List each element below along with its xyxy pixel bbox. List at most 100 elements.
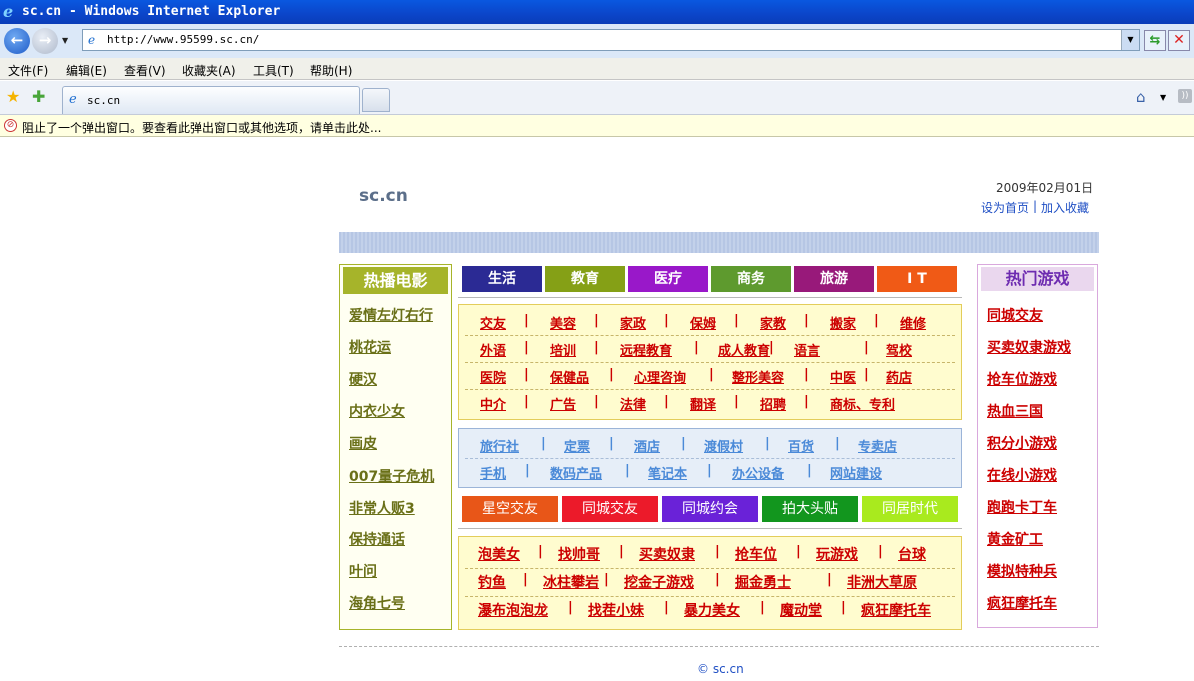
game-shortcut-link[interactable]: 魔动堂 bbox=[780, 600, 822, 620]
dating-chip[interactable]: 拍大头贴 bbox=[762, 496, 858, 522]
category-tab[interactable]: 教育 bbox=[545, 266, 625, 292]
forward-button[interactable]: → bbox=[32, 28, 58, 54]
service-link[interactable]: 法律 bbox=[620, 394, 646, 413]
travel-link[interactable]: 旅行社 bbox=[480, 436, 519, 455]
menu-item[interactable]: 编辑(E) bbox=[66, 62, 107, 79]
service-link[interactable]: 美容 bbox=[550, 313, 576, 332]
game-link[interactable]: 积分小游戏 bbox=[987, 433, 1057, 453]
refresh-button[interactable]: ⇆ bbox=[1144, 30, 1166, 51]
category-tab[interactable]: 旅游 bbox=[794, 266, 874, 292]
travel-link[interactable]: 专卖店 bbox=[858, 436, 897, 455]
menu-item[interactable]: 工具(T) bbox=[253, 62, 294, 79]
movie-link[interactable]: 桃花运 bbox=[349, 337, 391, 357]
category-tab[interactable]: 医疗 bbox=[628, 266, 708, 292]
game-shortcut-link[interactable]: 冰柱攀岩 bbox=[543, 572, 599, 592]
game-shortcut-link[interactable]: 钓鱼 bbox=[478, 572, 506, 592]
game-link[interactable]: 买卖奴隶游戏 bbox=[987, 337, 1071, 357]
game-shortcut-link[interactable]: 找帅哥 bbox=[558, 544, 600, 564]
home-dropdown-icon[interactable]: ▼ bbox=[1160, 93, 1166, 102]
travel-link[interactable]: 网站建设 bbox=[830, 463, 882, 482]
game-link[interactable]: 疯狂摩托车 bbox=[987, 593, 1057, 613]
menu-item[interactable]: 文件(F) bbox=[8, 62, 48, 79]
game-shortcut-link[interactable]: 非洲大草原 bbox=[847, 572, 917, 592]
movie-link[interactable]: 非常人贩3 bbox=[349, 498, 415, 518]
game-shortcut-link[interactable]: 找茬小妹 bbox=[588, 600, 644, 620]
service-link[interactable]: 药店 bbox=[886, 367, 912, 386]
service-link[interactable]: 家教 bbox=[760, 313, 786, 332]
category-tab[interactable]: 商务 bbox=[711, 266, 791, 292]
travel-link[interactable]: 百货 bbox=[788, 436, 814, 455]
service-link[interactable]: 外语 bbox=[480, 340, 506, 359]
category-tab[interactable]: I T bbox=[877, 266, 957, 292]
game-shortcut-link[interactable]: 抢车位 bbox=[735, 544, 777, 564]
service-link[interactable]: 语言 bbox=[794, 340, 820, 359]
movie-link[interactable]: 海角七号 bbox=[349, 593, 405, 613]
movie-link[interactable]: 画皮 bbox=[349, 433, 377, 453]
game-shortcut-link[interactable]: 买卖奴隶 bbox=[639, 544, 695, 564]
service-link[interactable]: 中介 bbox=[480, 394, 506, 413]
service-link[interactable]: 搬家 bbox=[830, 313, 856, 332]
service-link[interactable]: 招聘 bbox=[760, 394, 786, 413]
favorites-star-icon[interactable]: ★ bbox=[6, 87, 20, 106]
game-shortcut-link[interactable]: 掘金勇士 bbox=[735, 572, 791, 592]
new-tab-button[interactable] bbox=[362, 88, 390, 112]
game-link[interactable]: 同城交友 bbox=[987, 305, 1043, 325]
service-link[interactable]: 培训 bbox=[550, 340, 576, 359]
movie-link[interactable]: 硬汉 bbox=[349, 369, 377, 389]
game-shortcut-link[interactable]: 挖金子游戏 bbox=[624, 572, 694, 592]
game-link[interactable]: 在线小游戏 bbox=[987, 465, 1057, 485]
browser-tab[interactable]: e sc.cn bbox=[62, 86, 360, 114]
game-shortcut-link[interactable]: 玩游戏 bbox=[816, 544, 858, 564]
game-shortcut-link[interactable]: 疯狂摩托车 bbox=[861, 600, 931, 620]
travel-link[interactable]: 笔记本 bbox=[648, 463, 687, 482]
dating-chip[interactable]: 同居时代 bbox=[862, 496, 958, 522]
service-link[interactable]: 远程教育 bbox=[620, 340, 672, 359]
game-shortcut-link[interactable]: 台球 bbox=[898, 544, 926, 564]
category-tab[interactable]: 生活 bbox=[462, 266, 542, 292]
service-link[interactable]: 中医 bbox=[830, 367, 856, 386]
game-shortcut-link[interactable]: 泡美女 bbox=[478, 544, 520, 564]
address-bar[interactable]: e http://www.95599.sc.cn/ ▼ bbox=[82, 29, 1140, 51]
popup-blocked-infobar[interactable]: ⊘ 阻止了一个弹出窗口。要查看此弹出窗口或其他选项，请单击此处... bbox=[0, 115, 1194, 137]
menu-item[interactable]: 帮助(H) bbox=[310, 62, 352, 79]
service-link[interactable]: 整形美容 bbox=[732, 367, 784, 386]
stop-button[interactable]: ✕ bbox=[1168, 30, 1190, 51]
movie-link[interactable]: 爱情左灯右行 bbox=[349, 305, 433, 325]
game-link[interactable]: 热血三国 bbox=[987, 401, 1043, 421]
service-link[interactable]: 翻译 bbox=[690, 394, 716, 413]
travel-link[interactable]: 数码产品 bbox=[550, 463, 602, 482]
service-link[interactable]: 保健品 bbox=[550, 367, 589, 386]
service-link[interactable]: 交友 bbox=[480, 313, 506, 332]
home-icon[interactable]: ⌂ bbox=[1136, 88, 1146, 106]
service-link[interactable]: 心理咨询 bbox=[634, 367, 686, 386]
travel-link[interactable]: 渡假村 bbox=[704, 436, 743, 455]
back-button[interactable]: ← bbox=[4, 28, 30, 54]
travel-link[interactable]: 定票 bbox=[564, 436, 590, 455]
service-link[interactable]: 医院 bbox=[480, 367, 506, 386]
recent-pages-dropdown-icon[interactable]: ▼ bbox=[62, 36, 68, 45]
menu-item[interactable]: 查看(V) bbox=[124, 62, 166, 79]
service-link[interactable]: 驾校 bbox=[886, 340, 912, 359]
game-shortcut-link[interactable]: 瀑布泡泡龙 bbox=[478, 600, 548, 620]
add-favorite-link[interactable]: 加入收藏 bbox=[1041, 199, 1089, 216]
game-link[interactable]: 黄金矿工 bbox=[987, 529, 1043, 549]
game-link[interactable]: 抢车位游戏 bbox=[987, 369, 1057, 389]
travel-link[interactable]: 手机 bbox=[480, 463, 506, 482]
travel-link[interactable]: 酒店 bbox=[634, 436, 660, 455]
url-text[interactable]: http://www.95599.sc.cn/ bbox=[107, 33, 259, 46]
movie-link[interactable]: 保持通话 bbox=[349, 529, 405, 549]
dating-chip[interactable]: 星空交友 bbox=[462, 496, 558, 522]
dating-chip[interactable]: 同城交友 bbox=[562, 496, 658, 522]
service-link[interactable]: 家政 bbox=[620, 313, 646, 332]
set-home-link[interactable]: 设为首页 bbox=[981, 199, 1029, 216]
service-link[interactable]: 保姆 bbox=[690, 313, 716, 332]
service-link[interactable]: 维修 bbox=[900, 313, 926, 332]
feed-icon[interactable]: )) bbox=[1178, 89, 1192, 103]
movie-link[interactable]: 叶问 bbox=[349, 561, 377, 581]
service-link[interactable]: 商标、专利 bbox=[830, 394, 895, 413]
site-logo[interactable]: sc.cn bbox=[359, 186, 408, 206]
menu-item[interactable]: 收藏夹(A) bbox=[182, 62, 236, 79]
add-favorites-icon[interactable]: ✚ bbox=[32, 87, 45, 106]
service-link[interactable]: 成人教育 bbox=[718, 340, 770, 359]
movie-link[interactable]: 内衣少女 bbox=[349, 401, 405, 421]
